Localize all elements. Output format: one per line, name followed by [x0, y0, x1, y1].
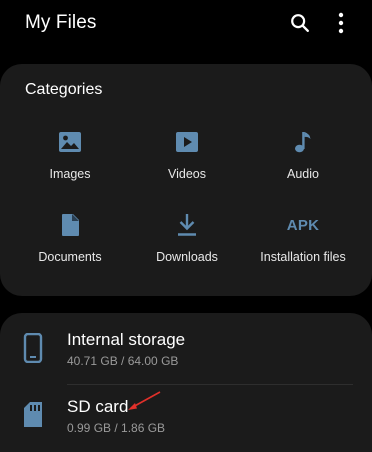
document-icon [57, 212, 83, 238]
more-options-button[interactable] [327, 9, 355, 37]
storage-item-internal[interactable]: Internal storage 40.71 GB / 64.00 GB [0, 316, 372, 385]
category-audio[interactable]: Audio [241, 129, 365, 199]
storage-name: SD card [67, 397, 129, 416]
category-videos[interactable]: Videos [125, 129, 249, 199]
more-vertical-icon [338, 12, 344, 34]
category-label: Documents [38, 250, 102, 264]
my-files-screen: My Files Categories Images Videos Audio … [0, 0, 372, 452]
search-button[interactable] [286, 9, 314, 37]
category-installation-files[interactable]: APK Installation files [241, 212, 365, 282]
app-header: My Files [0, 0, 372, 48]
image-icon [57, 129, 83, 155]
category-label: Installation files [260, 250, 346, 264]
annotation-arrow-icon [128, 391, 161, 410]
category-downloads[interactable]: Downloads [125, 212, 249, 282]
apk-icon: APK [286, 216, 320, 234]
category-documents[interactable]: Documents [8, 212, 132, 282]
storage-card: Internal storage 40.71 GB / 64.00 GB SD … [0, 313, 372, 452]
category-label: Images [49, 167, 91, 181]
sd-card-icon [22, 400, 44, 430]
categories-title: Categories [25, 81, 103, 98]
storage-item-sd-card[interactable]: SD card 0.99 GB / 1.86 GB [0, 383, 372, 449]
storage-size: 40.71 GB / 64.00 GB [67, 354, 179, 368]
storage-size: 0.99 GB / 1.86 GB [67, 421, 166, 435]
video-icon [174, 129, 200, 155]
categories-card: Categories Images Videos Audio Documents… [0, 64, 372, 296]
app-title: My Files [25, 12, 97, 33]
phone-icon [22, 332, 44, 364]
category-label: Downloads [156, 250, 218, 264]
category-images[interactable]: Images [8, 129, 132, 199]
category-label: Audio [287, 167, 319, 181]
category-label: Videos [168, 167, 206, 181]
download-icon [174, 212, 200, 238]
storage-name: Internal storage [67, 330, 186, 349]
search-icon [291, 14, 309, 32]
music-note-icon [290, 129, 316, 155]
